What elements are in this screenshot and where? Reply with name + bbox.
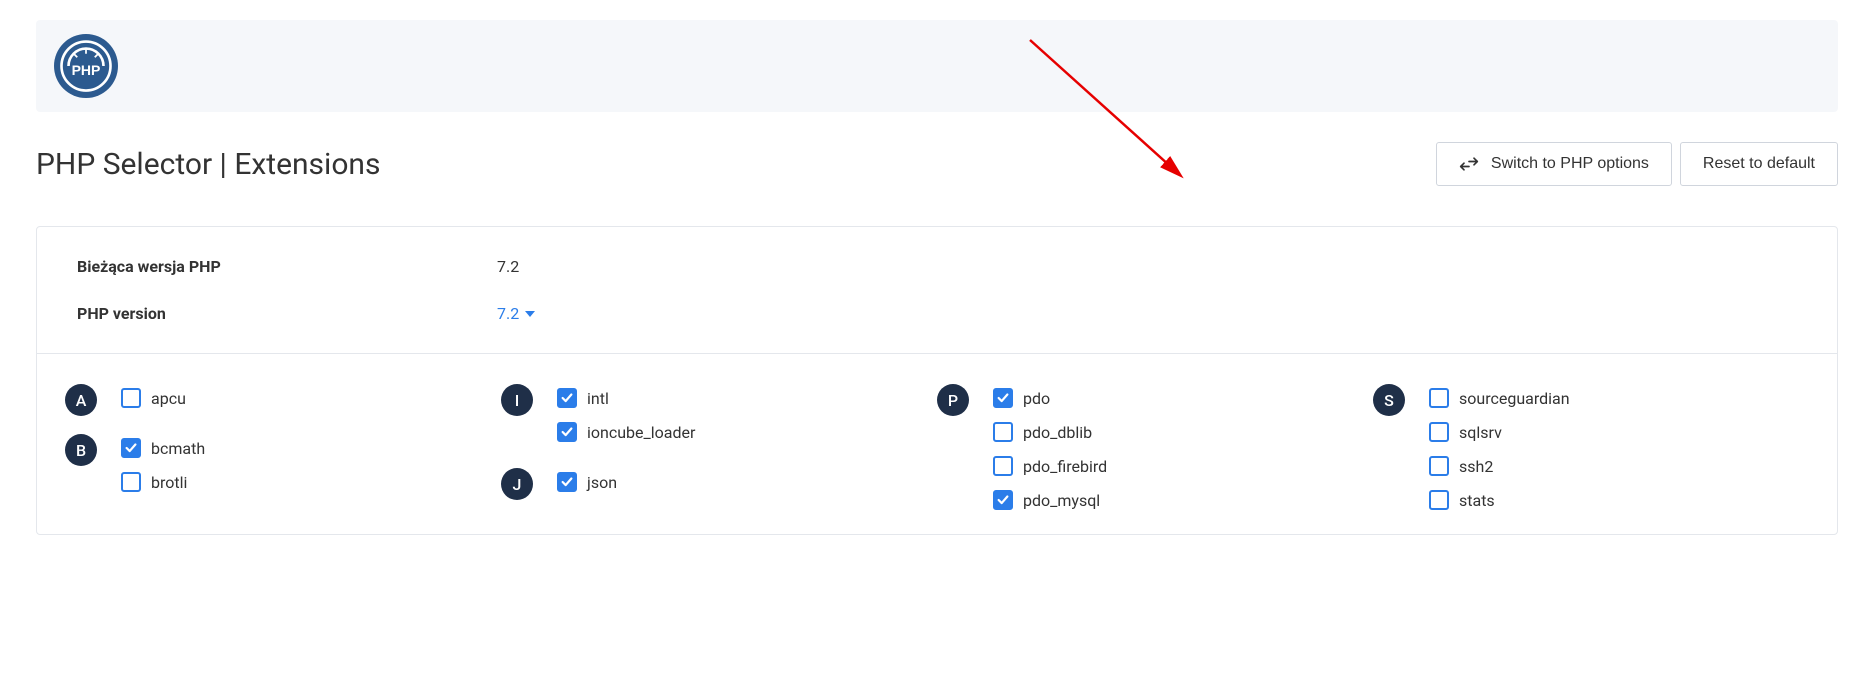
extension-label: pdo (1023, 389, 1050, 408)
letter-badge: B (65, 434, 97, 466)
extension-group: Ssourceguardian sqlsrv ssh2 stats (1373, 382, 1809, 524)
extension-checkbox[interactable] (121, 438, 141, 458)
php-version-label: PHP version (77, 304, 497, 323)
extension-items: json (557, 466, 617, 506)
extension-group: Iintl ioncube_loader (501, 382, 937, 456)
extension-item: ioncube_loader (557, 422, 695, 442)
extension-column: Aapcu Bbcmath brotli (65, 382, 501, 534)
extension-group: Ppdo pdo_dblib pdo_firebird pdo_mysql (937, 382, 1373, 524)
extension-item: intl (557, 388, 695, 408)
letter-badge: S (1373, 384, 1405, 416)
php-version-dropdown[interactable]: 7.2 (497, 304, 535, 323)
extension-items: bcmath brotli (121, 432, 205, 506)
extension-group: Aapcu (65, 382, 501, 422)
extension-group-header: Ppdo pdo_dblib pdo_firebird pdo_mysql (937, 382, 1373, 524)
extension-item: pdo_dblib (993, 422, 1107, 442)
current-version-value: 7.2 (497, 257, 519, 276)
extension-column: Iintl ioncube_loader Jjson (501, 382, 937, 534)
extension-label: ssh2 (1459, 457, 1493, 476)
extension-group-header: Bbcmath brotli (65, 432, 501, 506)
extension-label: sourceguardian (1459, 389, 1570, 408)
extension-item: stats (1429, 490, 1570, 510)
extension-label: intl (587, 389, 609, 408)
extension-group-header: Aapcu (65, 382, 501, 422)
extension-checkbox[interactable] (1429, 422, 1449, 442)
extension-label: sqlsrv (1459, 423, 1502, 442)
extension-checkbox[interactable] (1429, 388, 1449, 408)
extension-label: apcu (151, 389, 186, 408)
swap-icon (1459, 156, 1479, 172)
extension-checkbox[interactable] (121, 472, 141, 492)
php-version-row: PHP version 7.2 (77, 304, 1797, 323)
extension-items: intl ioncube_loader (557, 382, 695, 456)
extension-checkbox[interactable] (557, 422, 577, 442)
extension-checkbox[interactable] (993, 422, 1013, 442)
extension-label: json (587, 473, 617, 492)
extension-checkbox[interactable] (557, 388, 577, 408)
extension-label: ioncube_loader (587, 423, 695, 442)
current-version-row: Bieżąca wersja PHP 7.2 (77, 257, 1797, 276)
letter-badge: P (937, 384, 969, 416)
switch-button-label: Switch to PHP options (1491, 155, 1649, 173)
extensions-area: Aapcu Bbcmath brotli Iintl ioncube_loader Jjs… (37, 354, 1837, 534)
extension-items: apcu (121, 382, 186, 422)
extension-group-header: Iintl ioncube_loader (501, 382, 937, 456)
letter-badge: J (501, 468, 533, 500)
switch-to-php-options-button[interactable]: Switch to PHP options (1436, 142, 1672, 186)
extension-item: pdo (993, 388, 1107, 408)
extension-items: sourceguardian sqlsrv ssh2 stats (1429, 382, 1570, 524)
extension-checkbox[interactable] (1429, 490, 1449, 510)
extension-item: json (557, 472, 617, 492)
extension-checkbox[interactable] (993, 456, 1013, 476)
extension-group: Jjson (501, 466, 937, 506)
php-logo-icon: PHP (54, 34, 118, 98)
extension-checkbox[interactable] (993, 490, 1013, 510)
extension-item: apcu (121, 388, 186, 408)
letter-badge: A (65, 384, 97, 416)
extension-label: pdo_dblib (1023, 423, 1092, 442)
extension-label: stats (1459, 491, 1495, 510)
extension-column: Ssourceguardian sqlsrv ssh2 stats (1373, 382, 1809, 534)
current-version-label: Bieżąca wersja PHP (77, 257, 497, 276)
extension-item: ssh2 (1429, 456, 1570, 476)
extension-group-header: Ssourceguardian sqlsrv ssh2 stats (1373, 382, 1809, 524)
title-buttons: Switch to PHP options Reset to default (1436, 142, 1838, 186)
extension-group: Bbcmath brotli (65, 432, 501, 506)
extension-item: sqlsrv (1429, 422, 1570, 442)
extension-item: pdo_firebird (993, 456, 1107, 476)
extension-item: brotli (121, 472, 205, 492)
extension-label: bcmath (151, 439, 205, 458)
main-panel: Bieżąca wersja PHP 7.2 PHP version 7.2 A… (36, 226, 1838, 535)
php-version-value: 7.2 (497, 304, 519, 323)
svg-text:PHP: PHP (72, 62, 101, 78)
extension-label: brotli (151, 473, 187, 492)
extension-item: bcmath (121, 438, 205, 458)
extension-item: pdo_mysql (993, 490, 1107, 510)
reset-button-label: Reset to default (1703, 155, 1815, 173)
extension-checkbox[interactable] (1429, 456, 1449, 476)
extension-column: Ppdo pdo_dblib pdo_firebird pdo_mysql (937, 382, 1373, 534)
extension-items: pdo pdo_dblib pdo_firebird pdo_mysql (993, 382, 1107, 524)
caret-down-icon (525, 311, 535, 317)
extension-checkbox[interactable] (557, 472, 577, 492)
extension-label: pdo_firebird (1023, 457, 1107, 476)
extension-item: sourceguardian (1429, 388, 1570, 408)
top-banner: PHP (36, 20, 1838, 112)
letter-badge: I (501, 384, 533, 416)
extension-label: pdo_mysql (1023, 491, 1100, 510)
extension-group-header: Jjson (501, 466, 937, 506)
page-title: PHP Selector | Extensions (36, 147, 381, 182)
title-row: PHP Selector | Extensions Switch to PHP … (36, 142, 1838, 186)
panel-info-section: Bieżąca wersja PHP 7.2 PHP version 7.2 (37, 227, 1837, 354)
reset-to-default-button[interactable]: Reset to default (1680, 142, 1838, 186)
extension-checkbox[interactable] (121, 388, 141, 408)
extension-checkbox[interactable] (993, 388, 1013, 408)
